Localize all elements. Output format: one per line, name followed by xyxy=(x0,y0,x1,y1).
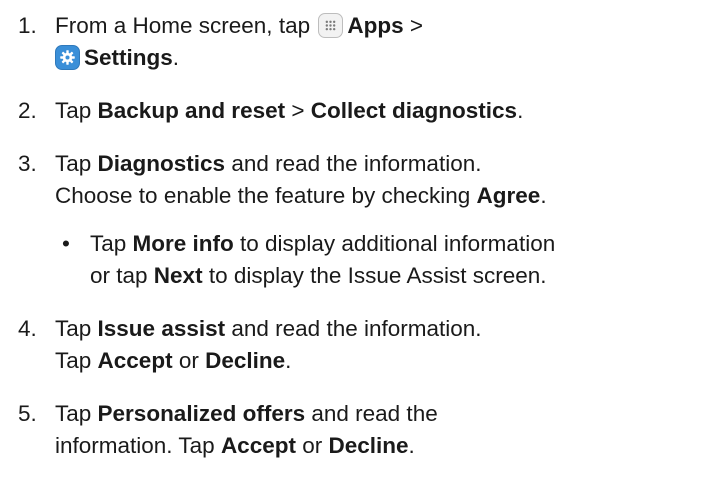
bold-term: More info xyxy=(132,231,234,256)
bold-term: Next xyxy=(153,263,203,288)
sub-bullet: • Tap More info to display additional in… xyxy=(18,228,698,292)
instructions-list: 1. From a Home screen, tap Apps > Settin… xyxy=(18,10,698,483)
bold-term: Agree xyxy=(476,183,541,208)
step-text-end: . xyxy=(285,348,292,373)
bullet-mark: • xyxy=(62,231,70,256)
step-number: 4. xyxy=(18,316,37,341)
step-4: 4. Tap Issue assist and read the informa… xyxy=(18,313,698,377)
step-text: Tap xyxy=(55,401,98,426)
bold-term: Collect diagnostics xyxy=(310,98,518,123)
step-text-separator: > xyxy=(403,13,423,38)
step-text: Tap xyxy=(55,348,98,373)
bullet-text: to display the Issue Assist screen. xyxy=(202,263,547,288)
bullet-text: Tap xyxy=(90,231,133,256)
step-number: 5. xyxy=(18,401,37,426)
bold-term: Decline xyxy=(205,348,286,373)
step-text: Tap xyxy=(55,316,98,341)
step-number: 1. xyxy=(18,13,37,38)
step-text: Tap xyxy=(55,98,98,123)
bold-term: Accept xyxy=(97,348,173,373)
step-number: 3. xyxy=(18,151,37,176)
bold-term: Diagnostics xyxy=(97,151,226,176)
bold-term: Accept xyxy=(220,433,296,458)
step-text: > xyxy=(285,98,311,123)
step-1: 1. From a Home screen, tap Apps > Settin… xyxy=(18,10,698,74)
step-5: 5. Tap Personalized offers and read the … xyxy=(18,398,698,462)
step-text-end: . xyxy=(408,433,415,458)
settings-label: Settings xyxy=(84,45,173,70)
bold-term: Personalized offers xyxy=(97,401,306,426)
step-text: Choose to enable the feature by checking xyxy=(55,183,477,208)
step-text: and read the information. xyxy=(225,151,482,176)
apps-label: Apps xyxy=(347,13,404,38)
bold-term: Issue assist xyxy=(97,316,226,341)
gear-icon xyxy=(55,45,80,70)
bullet-text: or tap xyxy=(90,263,154,288)
bold-term: Backup and reset xyxy=(97,98,286,123)
step-text: and read the xyxy=(305,401,438,426)
step-3: 3. Tap Diagnostics and read the informat… xyxy=(18,148,698,212)
step-text-end: . xyxy=(172,45,180,70)
step-number: 2. xyxy=(18,98,37,123)
step-text: Tap xyxy=(55,151,98,176)
step-text: or xyxy=(295,433,329,458)
step-text-end: . xyxy=(540,183,547,208)
step-text: or xyxy=(172,348,206,373)
step-text: From a Home screen, tap xyxy=(55,13,317,38)
step-text: information. Tap xyxy=(55,433,221,458)
step-2: 2. Tap Backup and reset > Collect diagno… xyxy=(18,95,698,127)
step-text: and read the information. xyxy=(225,316,482,341)
bold-term: Decline xyxy=(328,433,409,458)
bullet-text: to display additional information xyxy=(233,231,556,256)
apps-icon xyxy=(318,13,344,38)
step-text-end: . xyxy=(517,98,524,123)
